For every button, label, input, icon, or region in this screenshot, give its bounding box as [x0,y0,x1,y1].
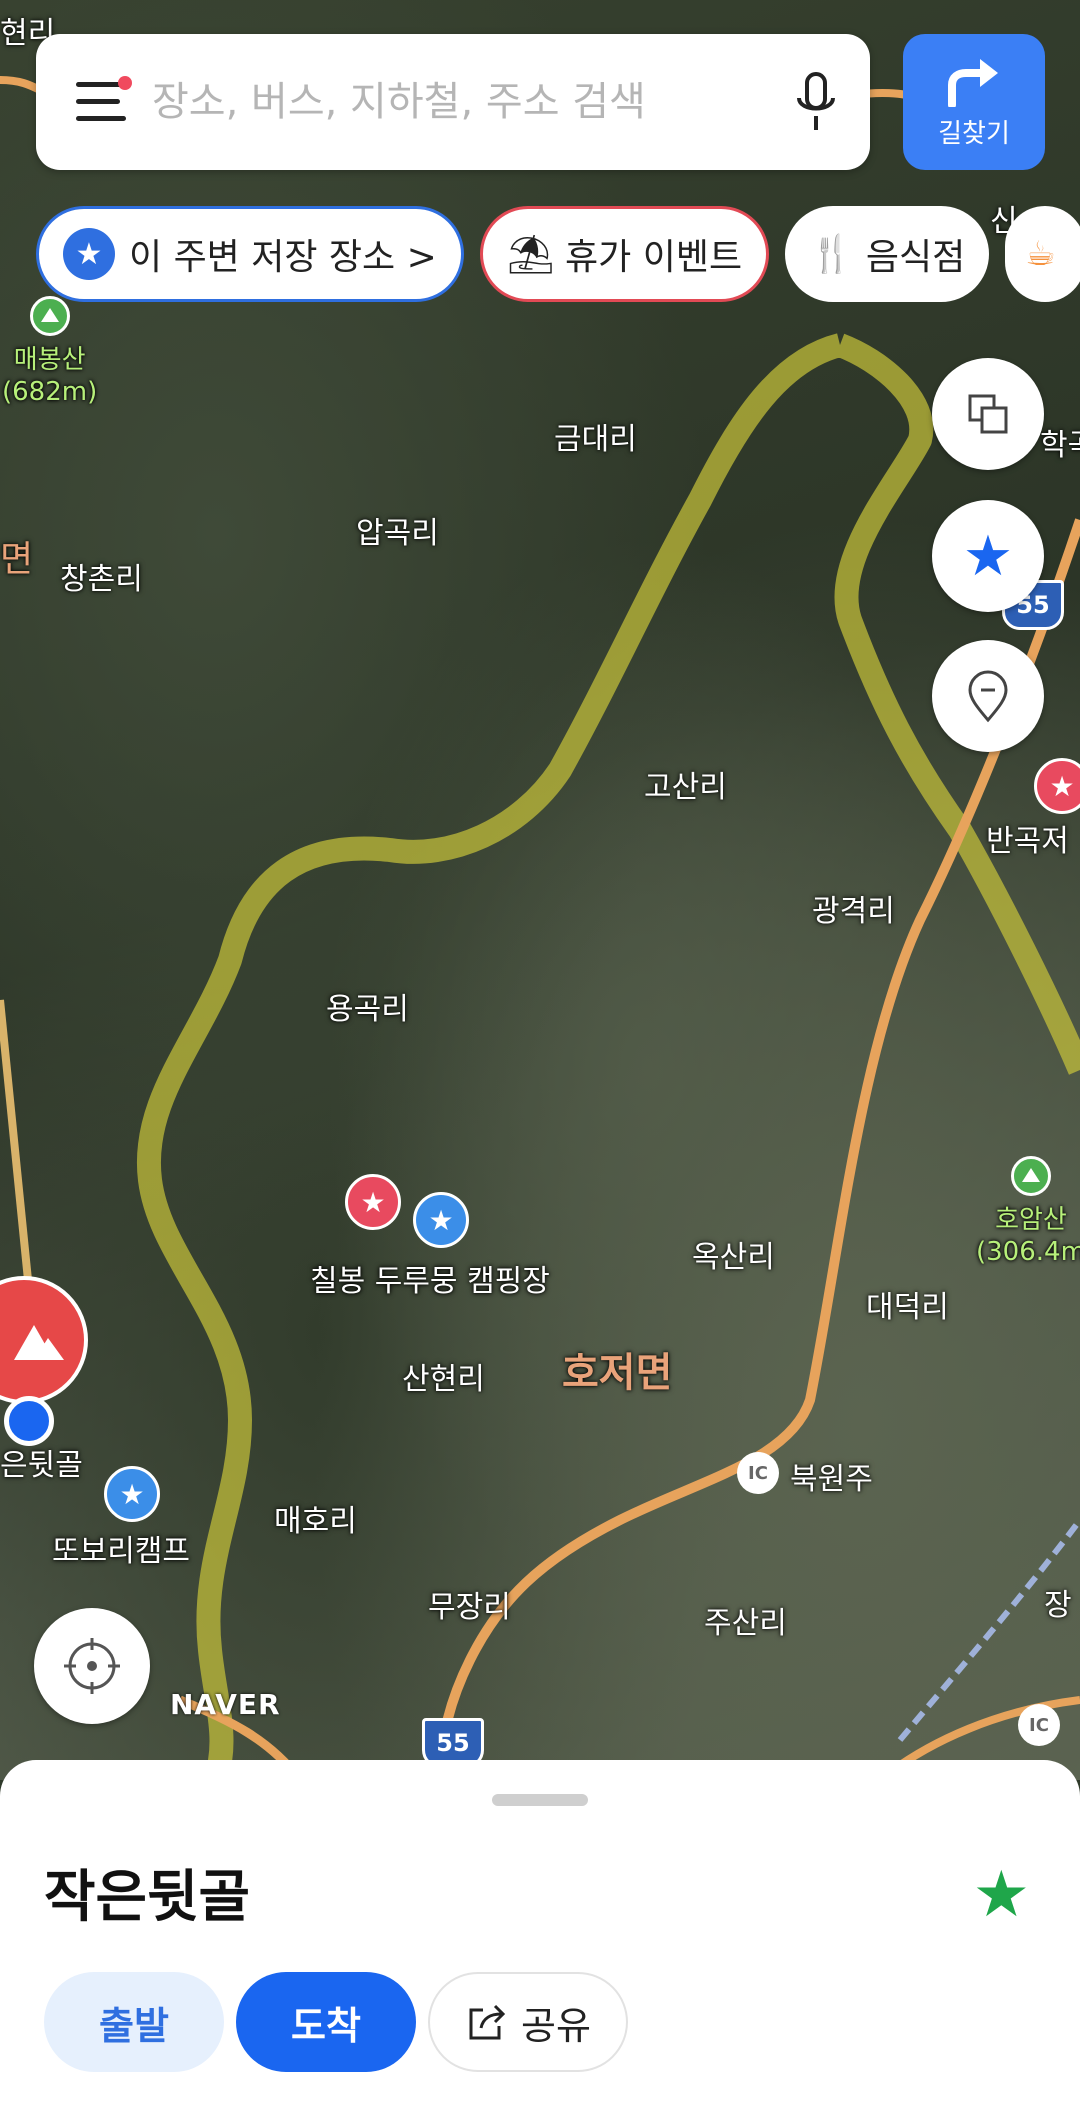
current-location-dot [4,1396,54,1446]
interchange-icon: IC [1018,1704,1060,1746]
beach-umbrella-icon: ⛱ [506,231,556,276]
place-label: 면 [0,539,34,580]
place-label: 매호리 [274,1504,357,1539]
mountain-name: 매봉산 [13,345,86,375]
place-label: 산현리 [402,1362,485,1397]
road [0,999,34,1301]
arrive-button[interactable]: 도착 [236,1972,416,2072]
place-label: 압곡리 [356,516,439,551]
mountain-icon [1010,1156,1051,1196]
naver-logo: NAVER [170,1688,281,1721]
layers-button[interactable] [932,358,1044,470]
mountain-icon [29,296,70,336]
mountain-marker[interactable]: 매봉산 (682m) [2,296,97,408]
share-icon [469,2004,506,2040]
layers-icon [968,394,1008,434]
place-label: 창촌리 [60,562,143,597]
directions-label: 길찾기 [938,118,1010,149]
coffee-cup-icon: ☕ [1025,234,1056,274]
poi-label[interactable]: 칠봉 두루뭉 캠핑장 [310,1256,550,1300]
favorite-star-icon[interactable]: ★ [973,1858,1030,1932]
mountain-marker[interactable]: 호암산 (306.4m [976,1156,1080,1268]
chip-label: 음식점 [865,237,966,278]
crosshair-icon [64,1638,120,1694]
star-icon: ★ [962,523,1014,589]
menu-icon[interactable] [76,76,132,122]
my-location-button[interactable] [34,1608,150,1724]
search-bar[interactable] [36,34,870,170]
mountain-elevation: (682m) [2,377,98,407]
chip-saved-nearby[interactable]: ★ 이 주변 저장 장소 > [36,206,464,302]
search-input[interactable] [150,78,754,126]
place-label: 은뒷골 [0,1448,83,1483]
chip-restaurant[interactable]: 🍴 음식점 [785,206,990,302]
place-label-district: 호저면 [562,1350,673,1396]
favorites-button[interactable]: ★ [932,500,1044,612]
star-icon: ★ [428,1203,454,1237]
mountain-icon [14,1325,64,1360]
place-label: 장 [1044,1588,1072,1623]
place-label: 반곡저 [986,824,1069,859]
mountain-elevation: (306.4m [976,1237,1080,1267]
share-label: 공유 [521,2003,591,2048]
star-icon: ★ [360,1185,386,1219]
chip-label: 휴가 이벤트 [565,237,743,278]
place-label: 금대리 [554,422,637,457]
star-icon: ★ [119,1477,145,1511]
microphone-icon[interactable] [796,72,836,132]
chip-vacation-event[interactable]: ⛱ 휴가 이벤트 [479,206,770,302]
place-marker-button[interactable] [932,640,1044,752]
saved-place-pin[interactable]: ★ [413,1192,469,1248]
notification-dot [118,76,132,90]
poi-label[interactable]: 또보리캠프 [52,1526,190,1570]
mountain-name: 호암산 [995,1205,1067,1235]
place-label: 용곡리 [326,992,409,1027]
saved-place-pin[interactable]: ★ [345,1174,401,1230]
road [0,76,42,94]
chip-label: 이 주변 저장 장소 > [129,237,437,278]
location-pin-icon [968,670,1008,723]
place-label: 광격리 [812,894,895,929]
depart-button[interactable]: 출발 [44,1972,224,2072]
place-label: 북원주 [790,1462,873,1497]
star-icon: ★ [63,228,115,280]
place-label: 옥산리 [692,1240,775,1275]
place-label: 학곡 [1040,428,1080,463]
selected-place-marker[interactable] [0,1276,88,1404]
place-label: 무장리 [428,1590,511,1625]
chip-cafe[interactable]: ☕ [1005,206,1080,302]
place-bottom-sheet[interactable]: 작은뒷골 ★ 출발 도착 공유 [0,1760,1080,2107]
share-button[interactable]: 공유 [428,1972,628,2072]
saved-place-pin[interactable]: ★ [104,1466,160,1522]
turn-right-arrow-icon [948,58,998,107]
place-label: 주산리 [704,1606,787,1641]
fork-knife-icon: 🍴 [809,234,854,275]
star-icon: ★ [1049,769,1075,803]
place-label: 고산리 [644,770,727,805]
interchange-icon: IC [737,1452,779,1494]
directions-button[interactable]: 길찾기 [903,34,1045,170]
place-title: 작은뒷골 [44,1865,251,1930]
sheet-drag-handle[interactable] [492,1794,588,1806]
category-chips: ★ 이 주변 저장 장소 > ⛱ 휴가 이벤트 🍴 음식점 ☕ [36,206,1080,302]
place-label: 대덕리 [866,1290,949,1325]
